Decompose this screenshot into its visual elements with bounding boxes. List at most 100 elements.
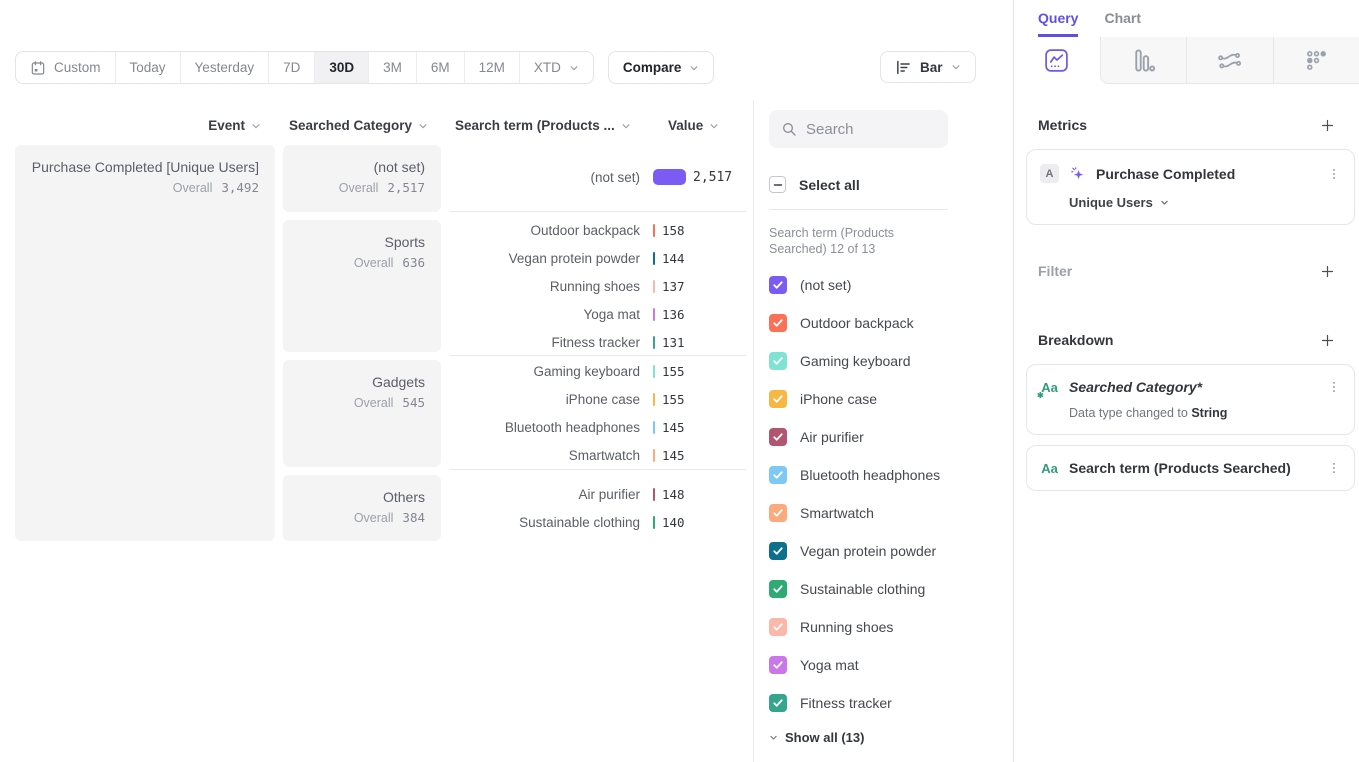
legend-checkbox[interactable] — [769, 542, 787, 560]
term-row: Air purifier148 — [450, 480, 746, 508]
legend-checkbox[interactable] — [769, 466, 787, 484]
value-bar[interactable] — [653, 365, 655, 378]
funnels-icon — [1131, 48, 1156, 73]
category-card[interactable]: SportsOverall636 — [283, 220, 441, 352]
calendar-icon — [30, 60, 46, 76]
term-label: Bluetooth headphones — [450, 420, 653, 435]
legend-item[interactable]: Bluetooth headphones — [769, 456, 1013, 494]
legend-item[interactable]: Running shoes — [769, 608, 1013, 646]
legend-item-label: Yoga mat — [800, 657, 859, 673]
value-bar[interactable] — [653, 393, 655, 406]
value-bar[interactable] — [653, 449, 655, 462]
value-bar[interactable] — [653, 516, 655, 529]
legend-panel: Select all Search term (Products Searche… — [753, 100, 1013, 762]
value-bar[interactable] — [653, 252, 655, 265]
legend-item[interactable]: Vegan protein powder — [769, 532, 1013, 570]
value-text: 136 — [662, 307, 685, 322]
value-bar[interactable] — [653, 308, 655, 321]
term-group: Gaming keyboard155iPhone case155Bluetoot… — [450, 356, 746, 470]
legend-item[interactable]: Sustainable clothing — [769, 570, 1013, 608]
column-header-value[interactable]: Value — [668, 117, 719, 134]
value-bar[interactable] — [653, 421, 655, 434]
date-range-3m[interactable]: 3M — [368, 52, 416, 83]
legend-checkbox[interactable] — [769, 390, 787, 408]
category-card[interactable]: OthersOverall384 — [283, 475, 441, 541]
add-breakdown-button[interactable] — [1320, 333, 1335, 348]
column-header-search-term[interactable]: Search term (Products ... — [455, 117, 631, 134]
string-property-icon: Aa ✱ — [1040, 380, 1059, 395]
term-row: Outdoor backpack158 — [450, 216, 746, 244]
legend-checkbox[interactable] — [769, 618, 787, 636]
legend-checkbox[interactable] — [769, 694, 787, 712]
tab-chart[interactable]: Chart — [1104, 0, 1141, 37]
column-header-searched-category[interactable]: Searched Category — [283, 117, 428, 134]
value-text: 140 — [662, 515, 685, 530]
select-all-checkbox[interactable] — [769, 176, 786, 193]
event-card[interactable]: Purchase Completed [Unique Users] Overal… — [15, 145, 275, 541]
metric-card[interactable]: A Purchase Completed Unique Users — [1026, 149, 1355, 225]
date-range-today[interactable]: Today — [115, 52, 180, 83]
legend-item[interactable]: Smartwatch — [769, 494, 1013, 532]
chart-type-button[interactable]: Bar — [880, 51, 976, 83]
legend-item[interactable]: (not set) — [769, 266, 1013, 304]
legend-checkbox[interactable] — [769, 656, 787, 674]
term-row: Gaming keyboard155 — [450, 357, 746, 385]
legend-item[interactable]: Outdoor backpack — [769, 304, 1013, 342]
breakdown-card-searched-category[interactable]: Aa ✱ Searched Category* Data type change… — [1026, 364, 1355, 435]
date-range-12m[interactable]: 12M — [464, 52, 519, 83]
metrics-header: Metrics — [1014, 117, 1359, 133]
date-range-yesterday[interactable]: Yesterday — [180, 52, 269, 83]
legend-item-label: Smartwatch — [800, 505, 874, 521]
legend-item[interactable]: iPhone case — [769, 380, 1013, 418]
show-all-button[interactable]: Show all (13) — [769, 730, 1013, 745]
term-row: Smartwatch145 — [450, 441, 746, 469]
value-bar[interactable] — [653, 169, 686, 185]
metric-aggregation-dropdown[interactable]: Unique Users — [1040, 195, 1341, 210]
chevron-down-icon — [709, 121, 719, 131]
category-overall: Overall384 — [299, 510, 425, 525]
compare-button[interactable]: Compare — [608, 51, 715, 84]
legend-item[interactable]: Gaming keyboard — [769, 342, 1013, 380]
legend-checkbox[interactable] — [769, 314, 787, 332]
category-card[interactable]: GadgetsOverall545 — [283, 360, 441, 467]
legend-checkbox[interactable] — [769, 352, 787, 370]
breakdown-card-search-term[interactable]: Aa Search term (Products Searched) — [1026, 445, 1355, 491]
date-range-custom[interactable]: Custom — [16, 52, 115, 83]
value-text: 145 — [662, 420, 685, 435]
search-input[interactable] — [806, 121, 931, 138]
report-tab-flows[interactable] — [1186, 37, 1273, 84]
report-tab-funnels[interactable] — [1100, 37, 1187, 84]
term-label: Running shoes — [450, 279, 653, 294]
date-range-30d[interactable]: 30D — [314, 52, 368, 83]
term-group: Air purifier148Sustainable clothing140 — [450, 470, 746, 541]
legend-item[interactable]: Fitness tracker — [769, 684, 1013, 722]
query-sidebar: Query Chart Metrics A Purchase Completed… — [1013, 0, 1359, 762]
legend-checkbox[interactable] — [769, 580, 787, 598]
date-range-7d[interactable]: 7D — [268, 52, 314, 83]
legend-divider — [769, 209, 948, 210]
column-header-event[interactable]: Event — [115, 117, 261, 134]
legend-checkbox[interactable] — [769, 428, 787, 446]
add-filter-button[interactable] — [1320, 264, 1335, 279]
value-bar[interactable] — [653, 224, 655, 237]
add-metric-button[interactable] — [1320, 118, 1335, 133]
legend-search[interactable] — [769, 110, 948, 148]
legend-checkbox[interactable] — [769, 276, 787, 294]
kebab-menu-icon[interactable] — [1327, 380, 1341, 394]
report-tab-insights[interactable] — [1014, 37, 1100, 84]
value-bar[interactable] — [653, 336, 655, 349]
kebab-menu-icon[interactable] — [1327, 167, 1341, 181]
value-bar[interactable] — [653, 488, 655, 501]
category-overall: Overall2,517 — [299, 180, 425, 195]
category-card[interactable]: (not set)Overall2,517 — [283, 145, 441, 212]
legend-checkbox[interactable] — [769, 504, 787, 522]
value-bar[interactable] — [653, 280, 655, 293]
date-range-xtd[interactable]: XTD — [519, 52, 593, 83]
legend-item[interactable]: Air purifier — [769, 418, 1013, 456]
legend-item[interactable]: Yoga mat — [769, 646, 1013, 684]
kebab-menu-icon[interactable] — [1327, 461, 1341, 475]
date-range-6m[interactable]: 6M — [416, 52, 464, 83]
report-tab-retention[interactable] — [1273, 37, 1359, 84]
tab-query[interactable]: Query — [1038, 0, 1078, 37]
select-all-row[interactable]: Select all — [769, 176, 1013, 193]
